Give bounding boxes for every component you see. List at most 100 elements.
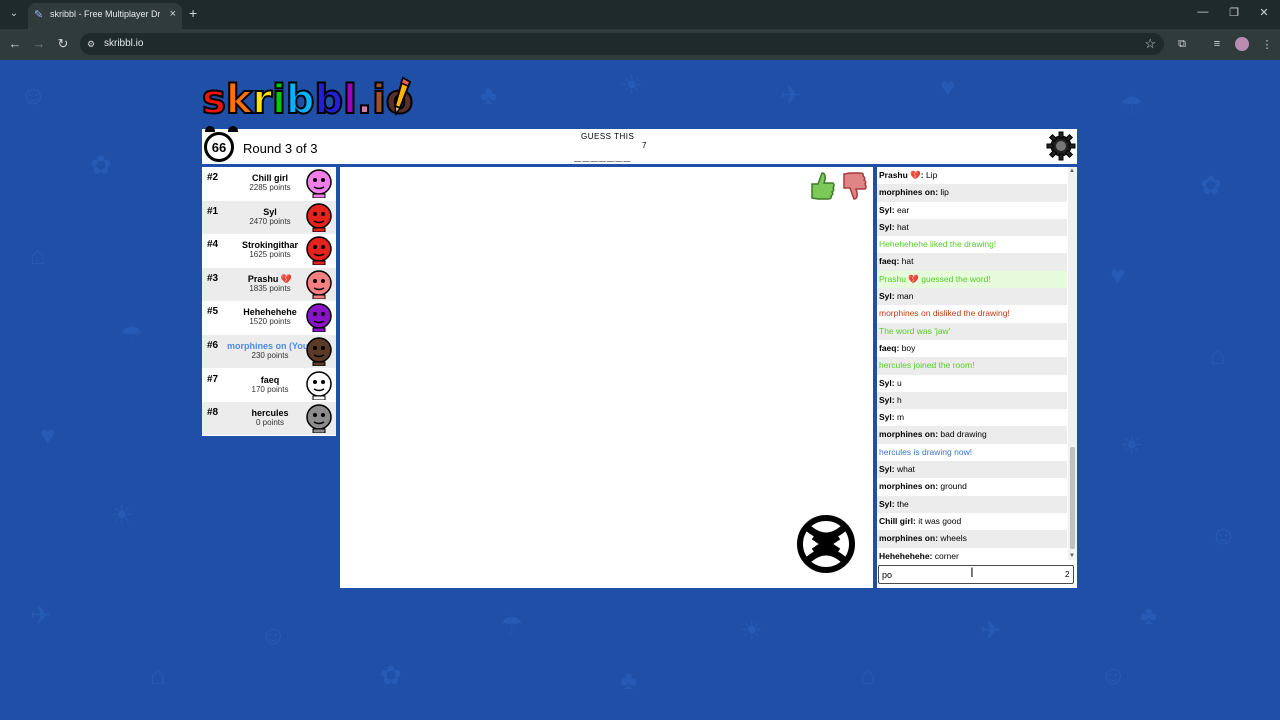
thumbs-down-icon[interactable] [840,170,868,202]
chat-username: Syl: [879,412,895,423]
round-indicator: Round 3 of 3 [243,141,318,156]
player-name: Syl [263,206,277,217]
chat-text: Prashu 💔 guessed the word! [879,273,991,284]
chat-message: Syl: hat [877,218,1067,237]
logo-letter: i [371,77,387,123]
word-length: 7 [642,141,647,150]
text-cursor-icon: I [970,564,974,580]
chat-text: u [894,377,902,388]
scroll-up-icon[interactable]: ▲ [1069,168,1075,174]
profile-icon[interactable] [1235,37,1249,51]
chat-message: faeq: hat [877,253,1067,271]
logo-letter: r [251,77,273,123]
player-points: 1835 points [249,283,291,293]
reload-icon[interactable]: ↻ [56,37,70,50]
guess-input[interactable] [878,565,1074,584]
settings-gear-icon[interactable] [1046,131,1076,161]
chat-message: The word was 'jaw' [877,322,1067,340]
chat-text: ground [938,481,967,492]
chat-message: Hehehehehe: corner [877,548,1067,563]
chat-text: hat [894,221,909,232]
chat-text: ear [894,204,910,215]
player-drawing [797,515,855,573]
game-header [202,129,1077,164]
player-name: Strokingithar [241,240,298,251]
player-row[interactable]: #2 Chill girl 2285 points [202,167,336,200]
media-icon[interactable]: ≡ [1210,38,1224,50]
minimize-icon[interactable]: — [1195,6,1211,18]
forward-icon[interactable]: → [32,37,46,50]
tab-search-icon[interactable]: ⌄ [6,6,22,22]
logo-letter: b [314,77,345,123]
player-row[interactable]: #3 Prashu 💔 1835 points [202,267,336,301]
chat-username: Syl: [879,204,895,215]
round-timer: 66 [204,132,234,162]
player-name: Chill girl [252,173,288,183]
back-icon[interactable]: ← [8,37,22,50]
chat-message: Syl: the [877,495,1067,513]
avatar [306,169,332,198]
player-row[interactable]: #8 hercules 0 points [202,402,336,436]
avatar [306,370,332,400]
chat-text: m [894,412,905,423]
player-rank: #5 [207,306,219,318]
chat-username: Syl: [879,221,895,232]
chat-username: Syl: [879,377,895,388]
star-icon[interactable]: ☆ [1144,36,1156,52]
player-points: 230 points [251,351,289,360]
player-points: 170 points [251,384,289,394]
avatar [306,337,332,366]
site-info-icon[interactable]: ⚙ [87,38,99,50]
menu-icon[interactable]: ⋮ [1260,38,1274,51]
skribbl-logo[interactable]: skribbl.io [201,76,414,123]
player-row[interactable]: #1 Syl 2470 points [202,200,336,234]
chat-username: Prashu 💔: [879,170,924,180]
chat-message: Syl: h [877,391,1067,410]
maximize-icon[interactable]: ❐ [1226,6,1242,19]
chat-scrollbar[interactable]: ▲ ▼ [1068,167,1077,560]
browser-tab[interactable]: ✎ skribbl - Free Multiplayer Drawi × [28,3,182,29]
chat-text: man [894,291,914,302]
player-row[interactable]: #4 Strokingithar 1625 points [202,234,336,267]
tab-close-icon[interactable]: × [170,8,176,20]
chat-username: Syl: [879,498,895,509]
chat-text: hercules is drawing now! [879,446,973,457]
close-window-icon[interactable]: ✕ [1256,6,1272,19]
chat-text: corner [932,550,959,561]
chat-text: h [894,394,902,405]
chat-username: Chill girl: [879,515,916,526]
logo-letter: . [356,77,373,123]
tab-title: skribbl - Free Multiplayer Drawi [50,9,160,19]
player-row[interactable]: #6 morphines on (You) 230 points [202,335,336,368]
chat-message: morphines on: bad drawing [877,426,1067,444]
thumbs-up-icon[interactable] [808,170,836,202]
chat-username: Syl: [879,464,895,475]
avatar [306,404,332,434]
chat-username: morphines on: [879,429,939,440]
scroll-thumb[interactable] [1070,447,1075,549]
alarm-clock-icon [228,126,238,132]
chat-text: hat [899,256,914,267]
pencil-icon [393,76,411,116]
url-text[interactable]: skribbl.io [104,38,143,49]
player-rank: #7 [207,373,219,385]
chat-messages[interactable]: Prashu 💔: Lip morphines on: lip Syl: ear Sy… [877,167,1067,563]
player-name: faeq [260,374,280,385]
player-row[interactable]: #5 Hehehehehe 1520 points [202,301,336,334]
scroll-down-icon[interactable]: ▼ [1069,553,1075,559]
logo-letter: l [342,77,358,123]
player-points: 0 points [255,418,285,428]
chat-message: morphines on: wheels [877,530,1067,548]
avatar [306,236,332,266]
address-bar[interactable]: ⚙ skribbl.io ☆ [80,33,1164,55]
player-rank: #4 [207,239,219,251]
extensions-icon[interactable]: ⧉ [1175,38,1189,51]
chat-message: morphines on: ground [877,478,1067,495]
word-hint: _______ [574,148,632,162]
player-rank: #2 [207,172,219,183]
new-tab-icon[interactable]: + [189,6,197,20]
alarm-clock-icon [205,126,215,132]
chat-message: Syl: man [877,288,1067,306]
player-row[interactable]: #7 faeq 170 points [202,369,336,402]
chat-text: lip [938,187,949,198]
